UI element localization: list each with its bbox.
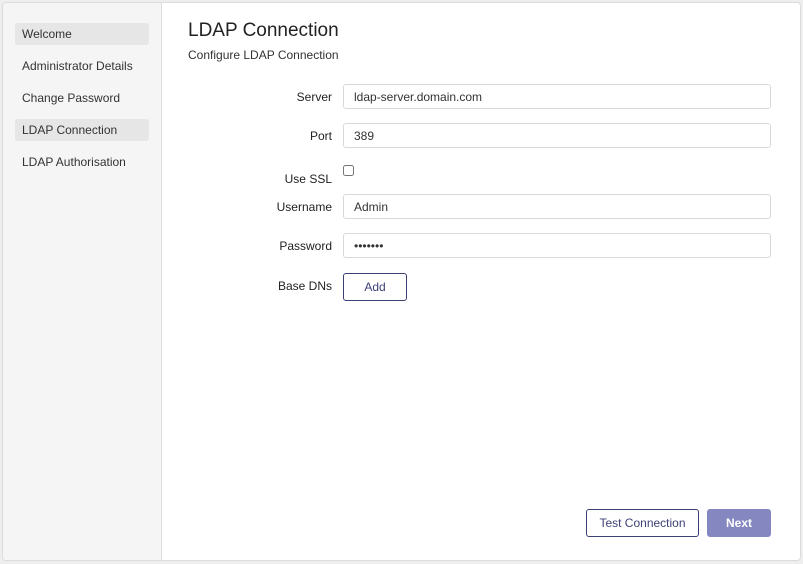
username-input[interactable] <box>343 194 771 219</box>
sidebar-item-administrator-details[interactable]: Administrator Details <box>15 55 149 77</box>
username-row: Username <box>163 194 800 220</box>
server-label: Server <box>296 90 332 104</box>
port-input[interactable] <box>343 123 771 148</box>
sidebar-item-welcome[interactable]: Welcome <box>15 23 149 45</box>
password-input[interactable] <box>343 233 771 258</box>
port-row: Port <box>163 123 800 149</box>
username-label: Username <box>276 200 332 214</box>
sidebar-item-ldap-connection[interactable]: LDAP Connection <box>15 119 149 141</box>
next-button[interactable]: Next <box>707 509 771 537</box>
sidebar-item-ldap-authorisation[interactable]: LDAP Authorisation <box>15 151 149 173</box>
page-subtitle: Configure LDAP Connection <box>188 48 339 62</box>
main-panel: LDAP Connection Configure LDAP Connectio… <box>163 3 800 560</box>
sidebar: Welcome Administrator Details Change Pas… <box>3 3 162 560</box>
server-input[interactable] <box>343 84 771 109</box>
setup-window: Welcome Administrator Details Change Pas… <box>2 2 801 561</box>
add-basedn-button[interactable]: Add <box>343 273 407 301</box>
ssl-row: Use SSL <box>163 162 800 188</box>
port-label: Port <box>309 129 332 143</box>
password-label: Password <box>279 239 332 253</box>
basedns-label: Base DNs <box>277 279 332 293</box>
server-row: Server <box>163 84 800 110</box>
sidebar-item-change-password[interactable]: Change Password <box>15 87 149 109</box>
password-row: Password <box>163 233 800 259</box>
page-title: LDAP Connection <box>188 20 339 41</box>
basedns-row: Base DNs Add <box>163 273 800 301</box>
ssl-checkbox[interactable] <box>343 165 354 176</box>
ssl-label: Use SSL <box>284 172 332 186</box>
test-connection-button[interactable]: Test Connection <box>586 509 699 537</box>
